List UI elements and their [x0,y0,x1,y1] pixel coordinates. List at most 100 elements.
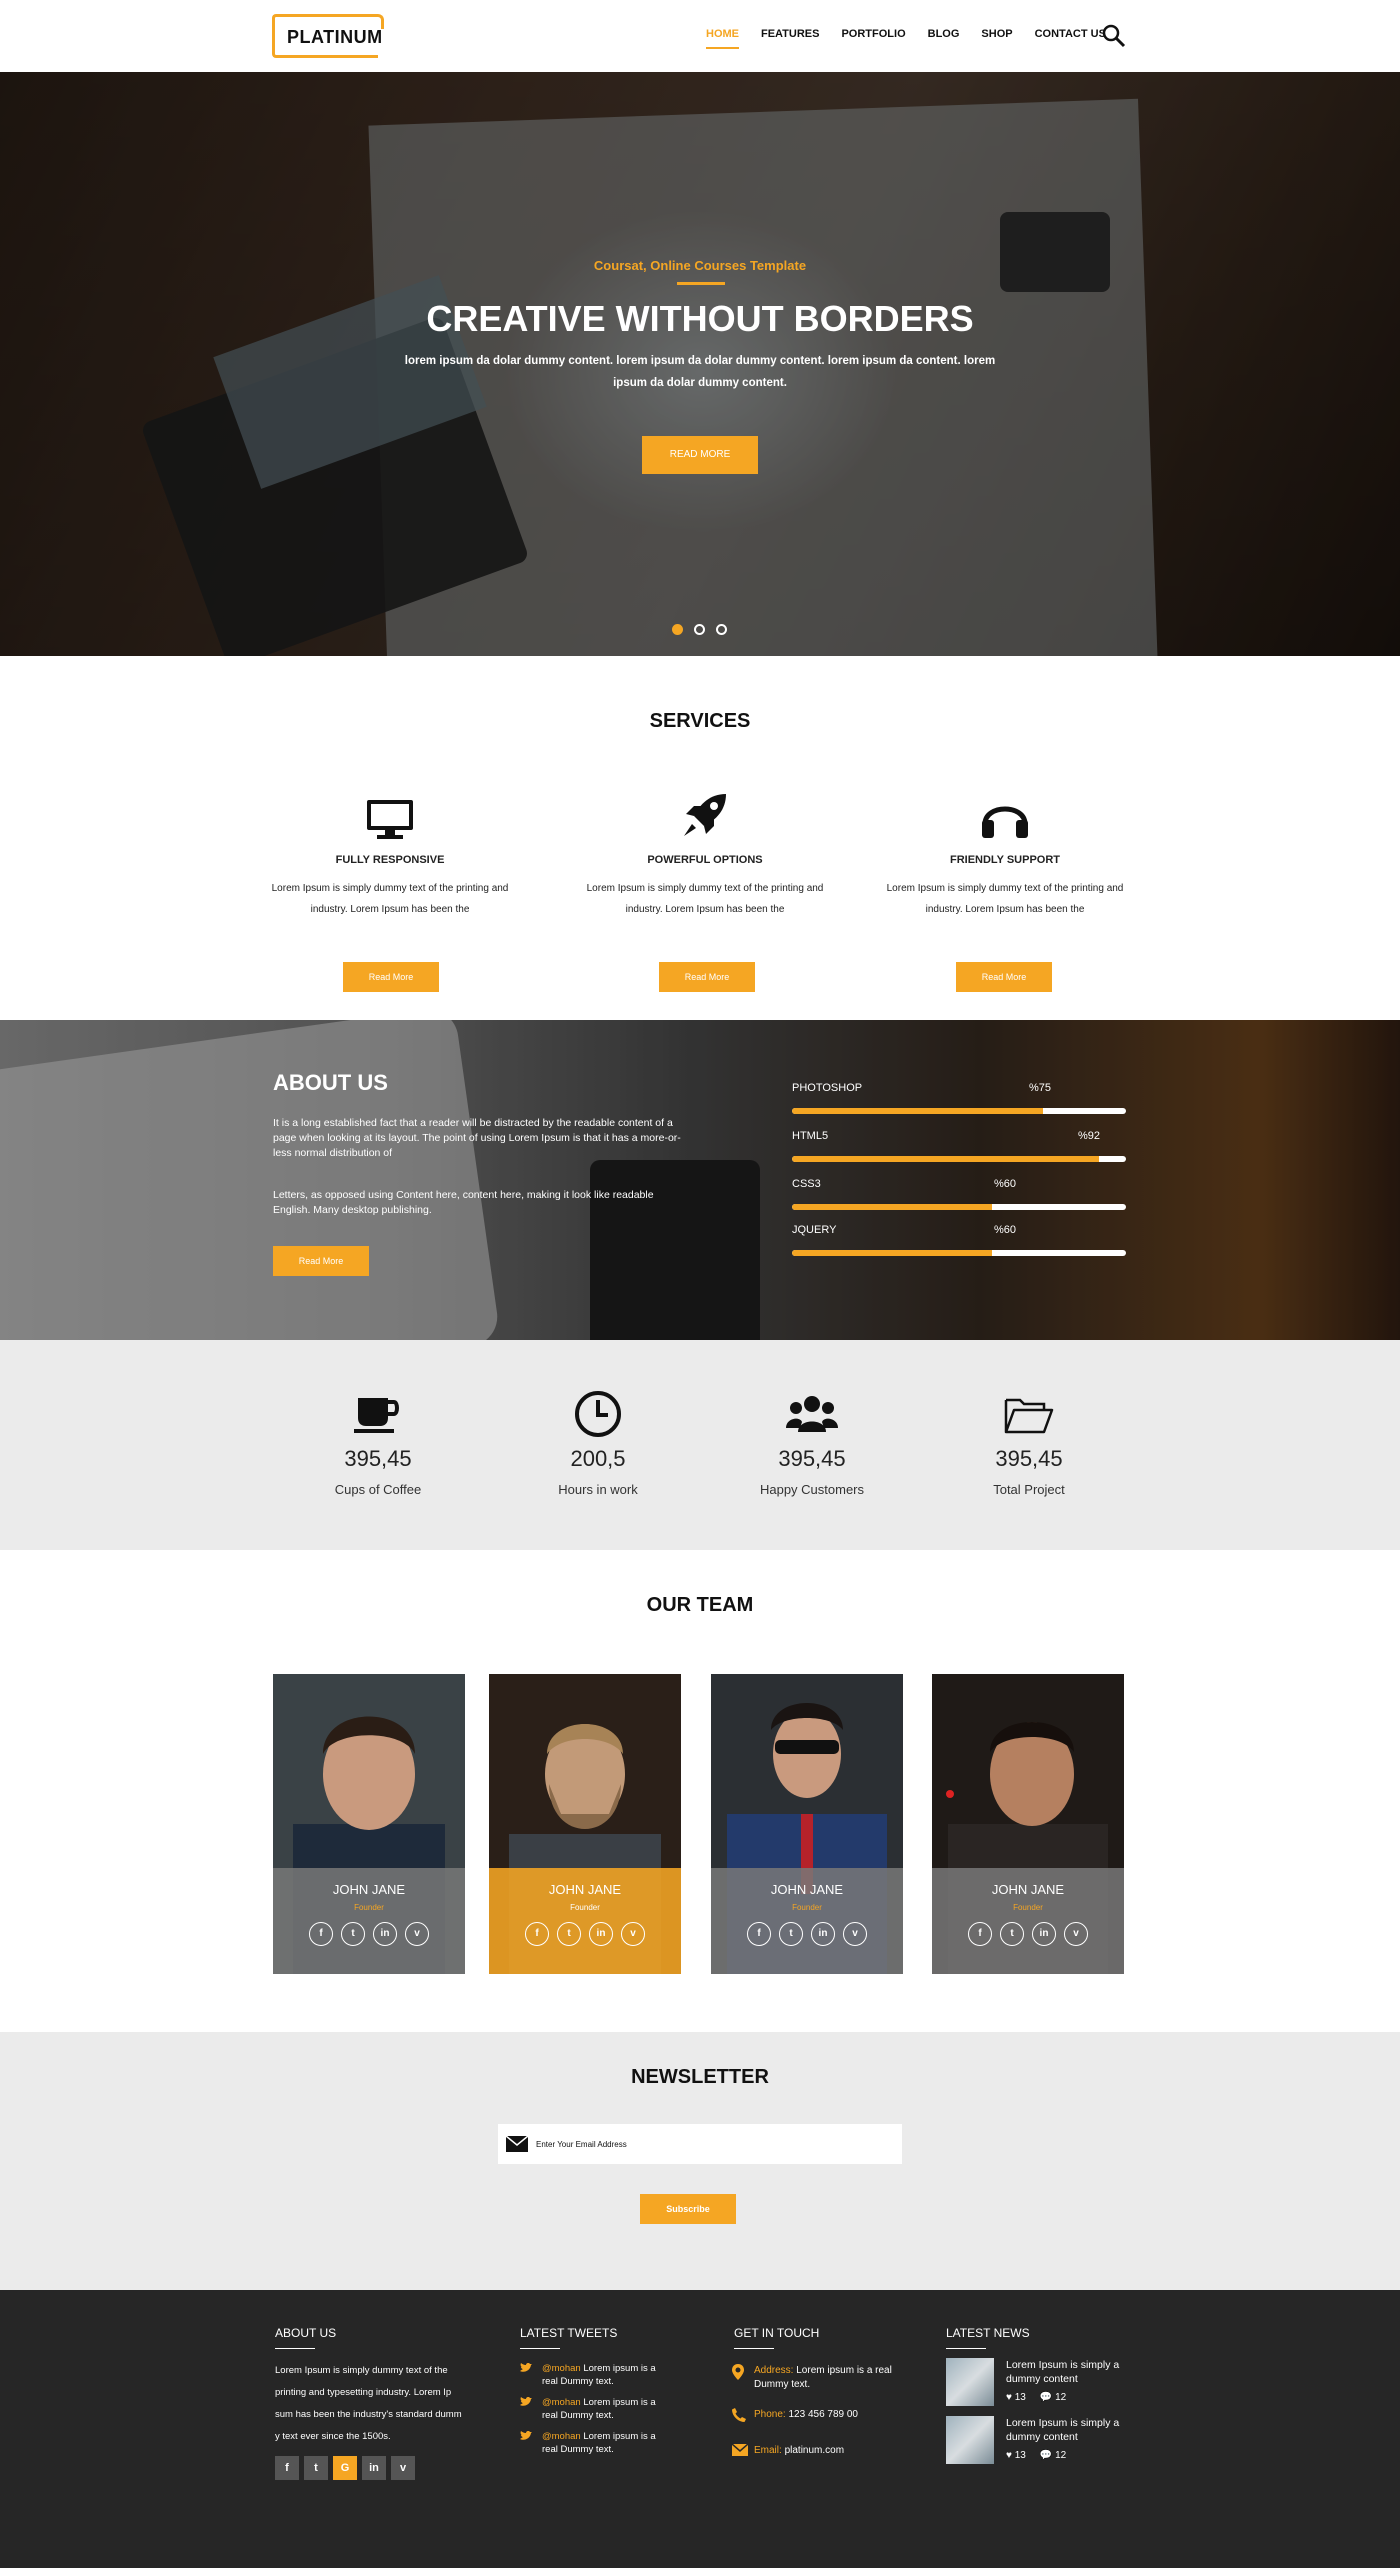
skill-name: JQUERY [792,1224,837,1236]
search-icon[interactable] [1102,24,1126,48]
about-paragraph-2: Letters, as opposed using Content here, … [273,1189,654,1216]
service-text: Lorem Ipsum is simply dummy text of the … [586,883,824,915]
footer-about-text: Lorem Ipsum is simply dummy text of the … [275,2360,475,2448]
footer-divider [734,2348,774,2349]
twitter-icon[interactable]: t [779,1922,803,1946]
stat-label: Cups of Coffee [334,1482,422,1497]
nav-shop[interactable]: SHOP [981,28,1012,40]
footer-news-title: LATEST NEWS [946,2326,1030,2340]
member-info: JOHN JANE Founder f t in v [489,1868,681,1974]
news-thumbnail[interactable] [946,2416,994,2464]
site-header: PLATINUM HOME FEATURES PORTFOLIO BLOG SH… [0,0,1400,72]
contact-email-value[interactable]: platinum.com [782,2445,844,2456]
news-likes: ♥ 13 [1006,2392,1026,2403]
service-text: Lorem Ipsum is simply dummy text of the … [886,883,1124,915]
member-info: JOHN JANE Founder f t in v [711,1868,903,1974]
google-plus-icon[interactable]: G [333,2456,357,2480]
news-item[interactable]: Lorem Ipsum is simply a dummy content ♥ … [946,2416,1146,2468]
slider-dot-3[interactable] [716,624,727,635]
linkedin-icon[interactable]: in [589,1922,613,1946]
service-title: FULLY RESPONSIVE [335,854,445,866]
news-like-count: 13 [1014,2392,1026,2403]
contact-address-key: Address: [754,2365,794,2376]
skill-percent: %92 [1078,1130,1101,1142]
tweet-item: @mohan Lorem ipsum is a real Dummy text. [520,2396,660,2422]
stat-value: 395,45 [778,1446,846,1471]
hero-title: CREATIVE WITHOUT BORDERS [426,298,974,339]
twitter-icon [520,2431,532,2440]
vimeo-icon[interactable]: v [405,1922,429,1946]
vimeo-icon[interactable]: v [843,1922,867,1946]
twitter-icon[interactable]: t [341,1922,365,1946]
skill-bar [792,1108,1126,1114]
stats-section: 395,45 Cups of Coffee 200,5 Hours in wor… [0,1340,1400,1550]
facebook-icon[interactable]: f [968,1922,992,1946]
facebook-icon[interactable]: f [747,1922,771,1946]
skill-percent: %75 [1029,1082,1052,1094]
tweet-handle[interactable]: @mohan [542,2363,581,2374]
hero-read-more-button[interactable]: READ MORE [642,436,758,474]
news-comments: 💬 12 [1040,2450,1066,2461]
news-comments: 💬 12 [1040,2392,1066,2403]
member-name: JOHN JANE [991,1882,1065,1897]
about-read-more-button[interactable]: Read More [273,1246,369,1276]
facebook-icon[interactable]: f [525,1922,549,1946]
logo[interactable]: PLATINUM [272,14,384,58]
service-read-more-button[interactable]: Read More [343,962,439,992]
twitter-icon[interactable]: t [304,2456,328,2480]
twitter-icon[interactable]: t [557,1922,581,1946]
facebook-icon[interactable]: f [309,1922,333,1946]
linkedin-icon[interactable]: in [373,1922,397,1946]
tweet-handle[interactable]: @mohan [542,2431,581,2442]
vimeo-icon[interactable]: v [621,1922,645,1946]
nav-contact[interactable]: CONTACT US [1035,28,1106,40]
nav-features[interactable]: FEATURES [761,28,819,40]
vimeo-icon[interactable]: v [391,2456,415,2480]
stat-item: 395,45 Total Project [929,1388,1129,1497]
service-title: FRIENDLY SUPPORT [949,854,1061,866]
service-card: FULLY RESPONSIVE Lorem Ipsum is simply d… [255,790,525,920]
member-name: JOHN JANE [548,1882,622,1897]
linkedin-icon[interactable]: in [362,2456,386,2480]
map-pin-icon [732,2364,744,2380]
newsletter-section: NEWSLETTER Subscribe [0,2032,1400,2290]
contact-email-key: Email: [754,2445,782,2456]
main-nav: HOME FEATURES PORTFOLIO BLOG SHOP CONTAC… [706,28,1128,49]
news-thumbnail[interactable] [946,2358,994,2406]
slider-dot-2[interactable] [694,624,705,635]
skill-percent: %60 [994,1178,1017,1190]
subscribe-button[interactable]: Subscribe [640,2194,736,2224]
footer-about-line: printing and typesetting industry. Lorem… [275,2387,452,2398]
nav-home[interactable]: HOME [706,28,739,49]
service-card: FRIENDLY SUPPORT Lorem Ipsum is simply d… [870,790,1140,920]
stat-label: Hours in work [558,1482,638,1497]
hero-slider: Coursat, Online Courses Template CREATIV… [0,72,1400,656]
news-item[interactable]: Lorem Ipsum is simply a dummy content ♥ … [946,2358,1146,2410]
member-role: Founder [570,1903,600,1912]
twitter-icon[interactable]: t [1000,1922,1024,1946]
member-info: JOHN JANE Founder f t in v [932,1868,1124,1974]
footer-divider [946,2348,986,2349]
news-text[interactable]: Lorem Ipsum is simply a dummy content [1006,2416,1136,2444]
vimeo-icon[interactable]: v [1064,1922,1088,1946]
team-member: JOHN JANE Founder f t in v [932,1674,1124,1974]
member-role: Founder [354,1903,384,1912]
service-read-more-button[interactable]: Read More [956,962,1052,992]
skill-name: PHOTOSHOP [792,1082,863,1094]
nav-blog[interactable]: BLOG [928,28,960,40]
service-read-more-button[interactable]: Read More [659,962,755,992]
newsletter-email-input[interactable] [536,2124,896,2164]
facebook-icon[interactable]: f [275,2456,299,2480]
team-member: JOHN JANE Founder f t in v [711,1674,903,1974]
news-text[interactable]: Lorem Ipsum is simply a dummy content [1006,2358,1136,2386]
logo-text: PLATINUM [287,27,383,47]
tweet-handle[interactable]: @mohan [542,2397,581,2408]
contact-address: Address: Lorem ipsum is a real Dummy tex… [732,2364,892,2392]
member-role: Founder [1013,1903,1043,1912]
skill-bar [792,1204,1126,1210]
slider-dot-1[interactable] [672,624,683,635]
linkedin-icon[interactable]: in [811,1922,835,1946]
contact-phone: Phone: 123 456 789 00 [732,2408,892,2422]
linkedin-icon[interactable]: in [1032,1922,1056,1946]
nav-portfolio[interactable]: PORTFOLIO [841,28,905,40]
